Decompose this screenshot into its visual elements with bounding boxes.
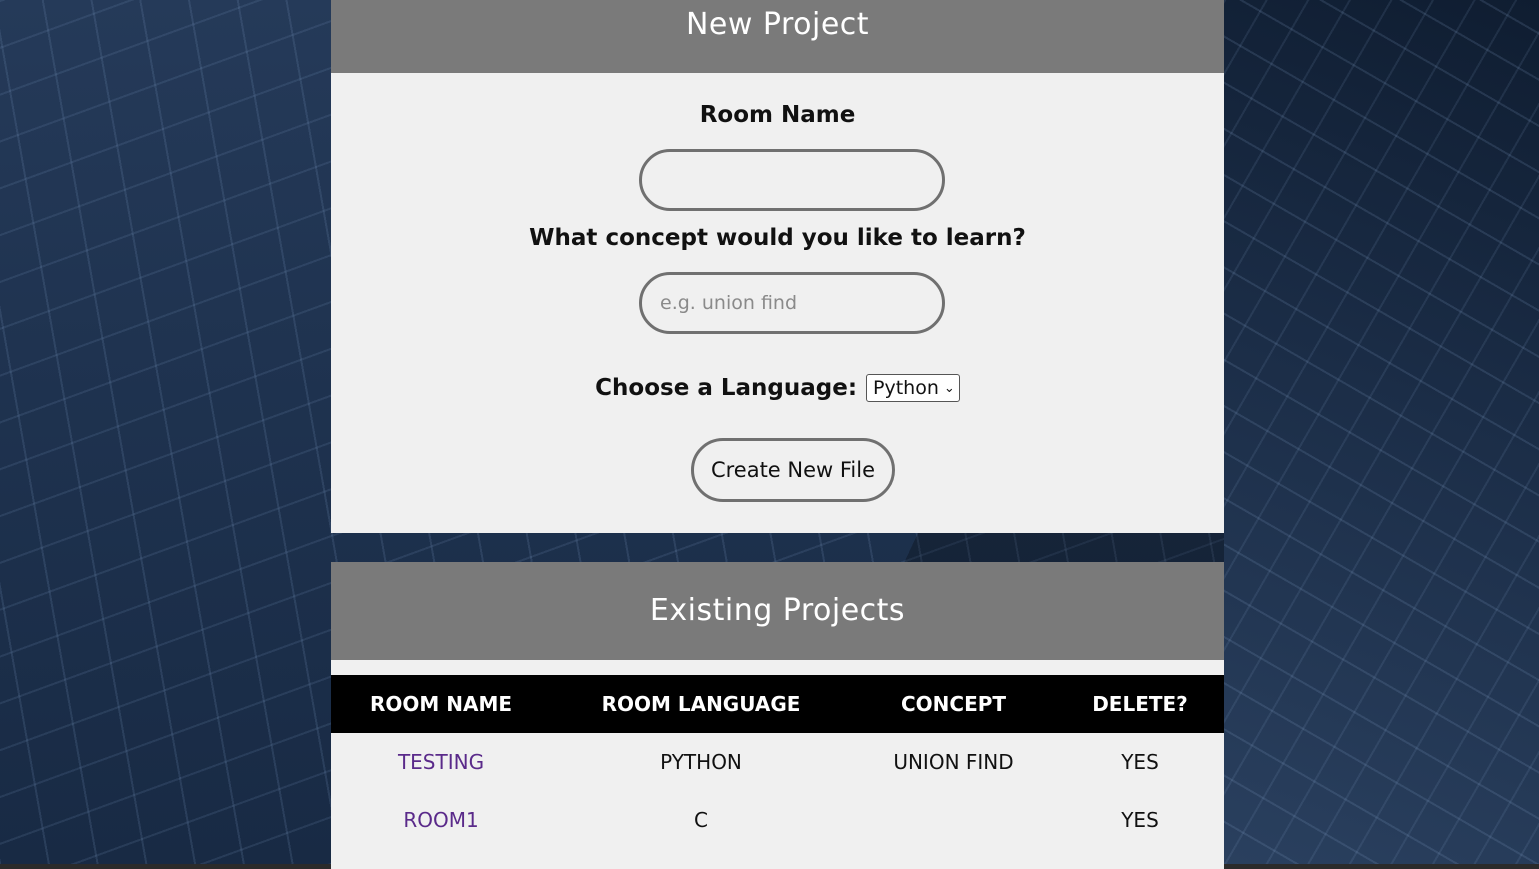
- new-project-panel: New Project Room Name What concept would…: [331, 0, 1224, 533]
- concept-cell: UNION FIND: [893, 750, 1014, 774]
- room-link[interactable]: ROOM1: [403, 808, 478, 832]
- table-row: TESTING PYTHON UNION FIND YES: [331, 733, 1224, 791]
- room-name-input[interactable]: [639, 149, 945, 211]
- concept-input[interactable]: [639, 272, 945, 334]
- create-new-file-button[interactable]: Create New File: [691, 438, 895, 502]
- language-row: Choose a Language: Python ⌄: [331, 374, 1224, 402]
- column-header-concept: CONCEPT: [851, 675, 1056, 733]
- new-project-title: New Project: [331, 0, 1224, 73]
- existing-projects-title: Existing Projects: [331, 562, 1224, 660]
- concept-label: What concept would you like to learn?: [529, 225, 1026, 251]
- room-language-cell: PYTHON: [660, 750, 742, 774]
- language-label: Choose a Language:: [595, 375, 858, 401]
- projects-table: ROOM NAME ROOM LANGUAGE CONCEPT DELETE? …: [331, 675, 1224, 849]
- room-name-label: Room Name: [699, 102, 856, 128]
- table-header-row: ROOM NAME ROOM LANGUAGE CONCEPT DELETE?: [331, 675, 1224, 733]
- existing-projects-panel: Existing Projects ROOM NAME ROOM LANGUAG…: [331, 562, 1224, 869]
- room-name-cell: ROOM1: [331, 791, 551, 849]
- chevron-down-icon: ⌄: [943, 381, 955, 396]
- delete-cell[interactable]: YES: [1056, 791, 1224, 849]
- concept-cell: [851, 791, 1056, 849]
- room-name-cell: TESTING: [331, 733, 551, 791]
- column-header-delete: DELETE?: [1056, 675, 1224, 733]
- background-image-right: [1224, 0, 1539, 869]
- column-header-room-name: ROOM NAME: [331, 675, 551, 733]
- language-selected-value: Python: [873, 377, 939, 399]
- column-header-room-language: ROOM LANGUAGE: [551, 675, 851, 733]
- delete-cell[interactable]: YES: [1056, 733, 1224, 791]
- room-link[interactable]: TESTING: [398, 750, 484, 774]
- room-language-cell: C: [694, 808, 708, 832]
- language-select[interactable]: Python ⌄: [866, 374, 960, 402]
- table-row: ROOM1 C YES: [331, 791, 1224, 849]
